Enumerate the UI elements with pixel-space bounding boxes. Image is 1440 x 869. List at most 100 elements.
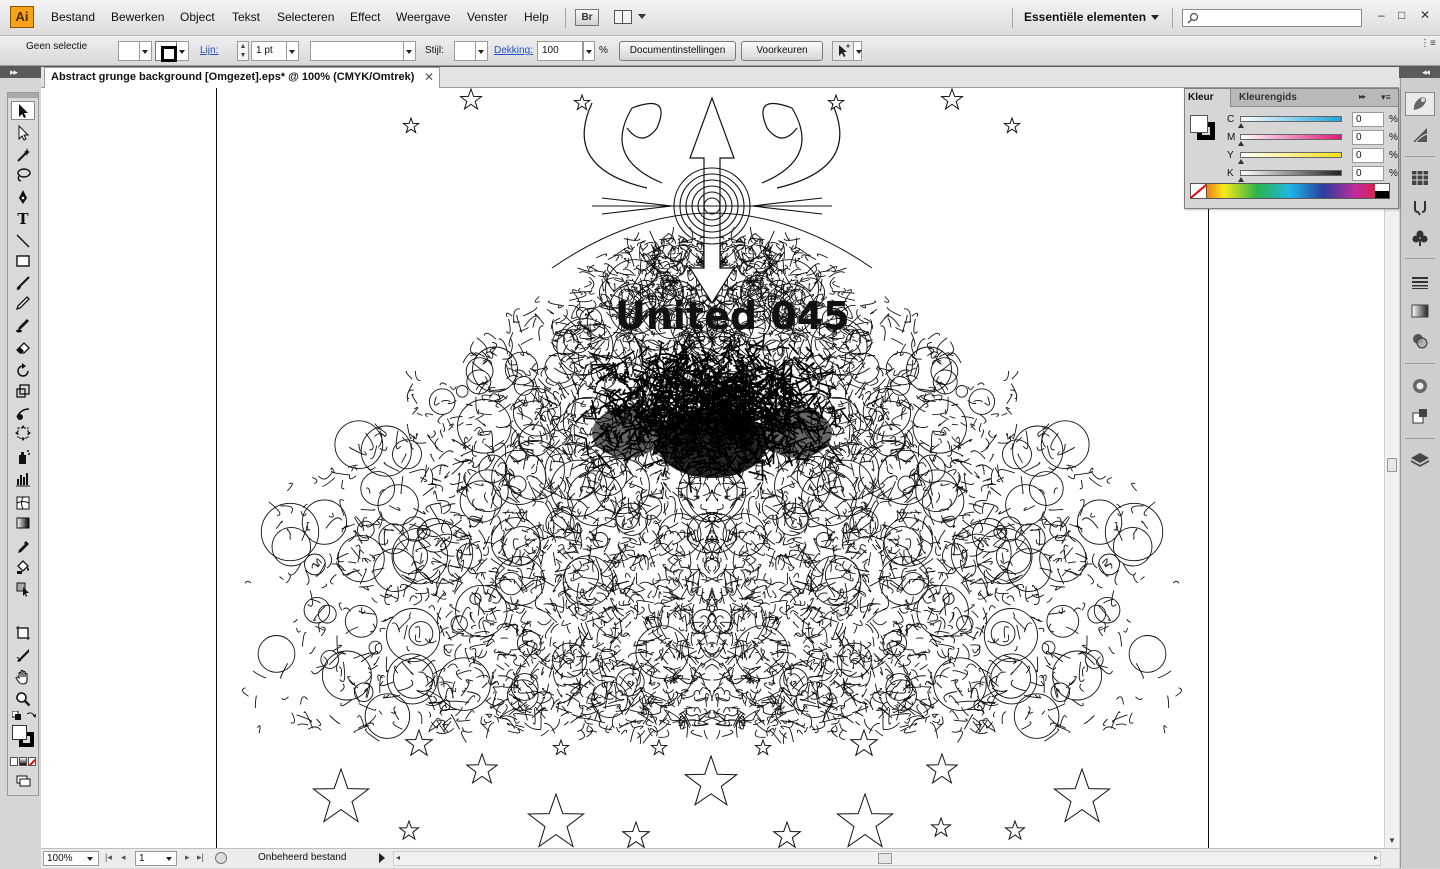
arrange-documents-button[interactable] — [612, 9, 648, 26]
menu-bestand[interactable]: Bestand — [51, 10, 95, 24]
collapse-panel-icon[interactable]: ▸▸ — [1359, 92, 1366, 101]
eyedropper-tool[interactable] — [11, 537, 35, 556]
transparency-icon[interactable] — [1409, 331, 1431, 351]
lasso-tool[interactable] — [11, 165, 35, 184]
tab-kleurengids[interactable]: Kleurengids — [1239, 92, 1297, 103]
stroke-dropdown[interactable] — [177, 41, 189, 61]
scroll-left-icon[interactable]: ◂ — [396, 853, 400, 862]
scale-tool[interactable] — [11, 381, 35, 400]
chevron-down-icon[interactable] — [1151, 15, 1159, 20]
zoom-tool[interactable] — [11, 689, 35, 708]
swap-colors-icon[interactable] — [26, 711, 37, 721]
color-mode-buttons[interactable] — [10, 757, 38, 767]
screen-mode-icon[interactable] — [16, 775, 32, 787]
bridge-button[interactable]: Br — [575, 9, 599, 26]
gradient-tool[interactable] — [11, 513, 35, 532]
fill-dropdown[interactable] — [140, 41, 152, 61]
gradient-icon[interactable] — [1409, 301, 1431, 321]
menu-tekst[interactable]: Tekst — [232, 10, 260, 24]
fill-color-box[interactable] — [1190, 115, 1208, 133]
black-slider-thumb[interactable] — [1238, 177, 1244, 182]
paintbrush-tool[interactable] — [11, 273, 35, 292]
appearance-icon[interactable] — [1409, 376, 1431, 396]
direct-selection-tool[interactable] — [11, 123, 35, 142]
stroke-weight-stepper[interactable]: ▲ ▼ — [237, 41, 249, 61]
type-tool[interactable]: T — [11, 209, 35, 228]
menu-effect[interactable]: Effect — [350, 10, 380, 24]
symbol-sprayer-tool[interactable] — [11, 447, 35, 466]
color-guide-icon[interactable] — [1409, 125, 1431, 145]
scroll-right-icon[interactable]: ▸ — [1374, 853, 1378, 862]
stroke-icon[interactable] — [1409, 273, 1431, 293]
rectangle-tool[interactable] — [11, 251, 35, 270]
black-white-swatch[interactable] — [1375, 184, 1389, 198]
pen-tool[interactable] — [11, 187, 35, 206]
minimize-button[interactable]: – — [1378, 8, 1385, 22]
black-slider[interactable] — [1240, 170, 1342, 176]
chevron-down-icon[interactable] — [166, 857, 172, 861]
graphic-styles-icon[interactable] — [1409, 406, 1431, 426]
restore-button[interactable]: □ — [1398, 8, 1405, 22]
next-artboard-icon[interactable]: ▸ — [185, 852, 190, 863]
opacity-field[interactable]: 100 — [537, 41, 583, 61]
status-menu-icon[interactable] — [379, 853, 385, 863]
eraser-tool[interactable] — [11, 337, 35, 356]
menu-weergave[interactable]: Weergave — [396, 10, 450, 24]
artboard-tool[interactable] — [11, 623, 35, 642]
tab-kleur[interactable]: Kleur — [1185, 89, 1231, 107]
previous-artboard-icon[interactable]: ◂ — [121, 852, 126, 863]
menu-venster[interactable]: Venster — [467, 10, 508, 24]
menu-bewerken[interactable]: Bewerken — [111, 10, 164, 24]
horizontal-scrollbar[interactable]: ◂ ▸ — [393, 851, 1381, 866]
yellow-slider-thumb[interactable] — [1238, 159, 1244, 164]
opacity-dropdown[interactable] — [583, 41, 595, 61]
yellow-slider[interactable] — [1240, 152, 1342, 158]
magic-wand-tool[interactable] — [11, 145, 35, 164]
last-artboard-icon[interactable]: ▸| — [197, 852, 204, 863]
menu-help[interactable]: Help — [524, 10, 549, 24]
panel-menu-icon[interactable]: ▾≡ — [1381, 92, 1391, 103]
blob-brush-tool[interactable] — [11, 315, 35, 334]
black-value-field[interactable]: 0 — [1352, 166, 1384, 181]
warp-tool[interactable] — [11, 403, 35, 422]
layers-icon[interactable] — [1409, 450, 1431, 470]
panel-menu-icon[interactable]: ⋮≡ — [1420, 38, 1436, 49]
rotate-tool[interactable] — [11, 361, 35, 380]
line-segment-tool[interactable] — [11, 231, 35, 250]
variable-width-profile[interactable] — [310, 41, 404, 61]
none-color-swatch[interactable] — [1191, 184, 1207, 198]
cyan-value-field[interactable]: 0 — [1352, 112, 1384, 127]
first-artboard-icon[interactable]: |◂ — [105, 852, 112, 863]
free-transform-tool[interactable] — [11, 423, 35, 442]
brushes-icon[interactable] — [1409, 198, 1431, 218]
stroke-swatch[interactable] — [155, 41, 177, 62]
selection-options-dropdown[interactable] — [854, 41, 862, 61]
slice-tool[interactable] — [11, 645, 35, 664]
cyan-slider[interactable] — [1240, 116, 1342, 122]
chevron-down-icon[interactable] — [87, 857, 93, 861]
color-icon[interactable] — [1409, 94, 1431, 114]
pencil-tool[interactable] — [11, 293, 35, 312]
magenta-slider[interactable] — [1240, 134, 1342, 140]
expand-toolbox-icon[interactable]: ▸▸ — [10, 66, 18, 78]
selection-options-button[interactable] — [832, 41, 854, 61]
stroke-weight-dropdown[interactable] — [287, 41, 299, 61]
hand-tool[interactable] — [11, 667, 35, 686]
scroll-down-icon[interactable]: ▼ — [1388, 836, 1396, 845]
collapse-dock-icon[interactable]: ◂◂ — [1422, 66, 1430, 78]
toolbox-grip[interactable] — [8, 93, 38, 98]
magenta-value-field[interactable]: 0 — [1352, 130, 1384, 145]
cyan-slider-thumb[interactable] — [1238, 123, 1244, 128]
mesh-tool[interactable] — [11, 493, 35, 512]
symbols-icon[interactable] — [1409, 228, 1431, 248]
stroke-label[interactable]: Lijn: — [200, 45, 218, 56]
graphic-style-swatch[interactable] — [454, 41, 476, 61]
workspace-switcher[interactable]: Essentiële elementen — [1024, 10, 1146, 24]
menu-selecteren[interactable]: Selecteren — [277, 10, 334, 24]
menu-object[interactable]: Object — [180, 10, 215, 24]
graphic-style-dropdown[interactable] — [476, 41, 488, 61]
version-cue-icon[interactable] — [215, 852, 227, 864]
canvas[interactable]: United 045 — [41, 88, 1384, 848]
opacity-label[interactable]: Dekking: — [494, 45, 533, 56]
live-paint-bucket-tool[interactable] — [11, 557, 35, 576]
